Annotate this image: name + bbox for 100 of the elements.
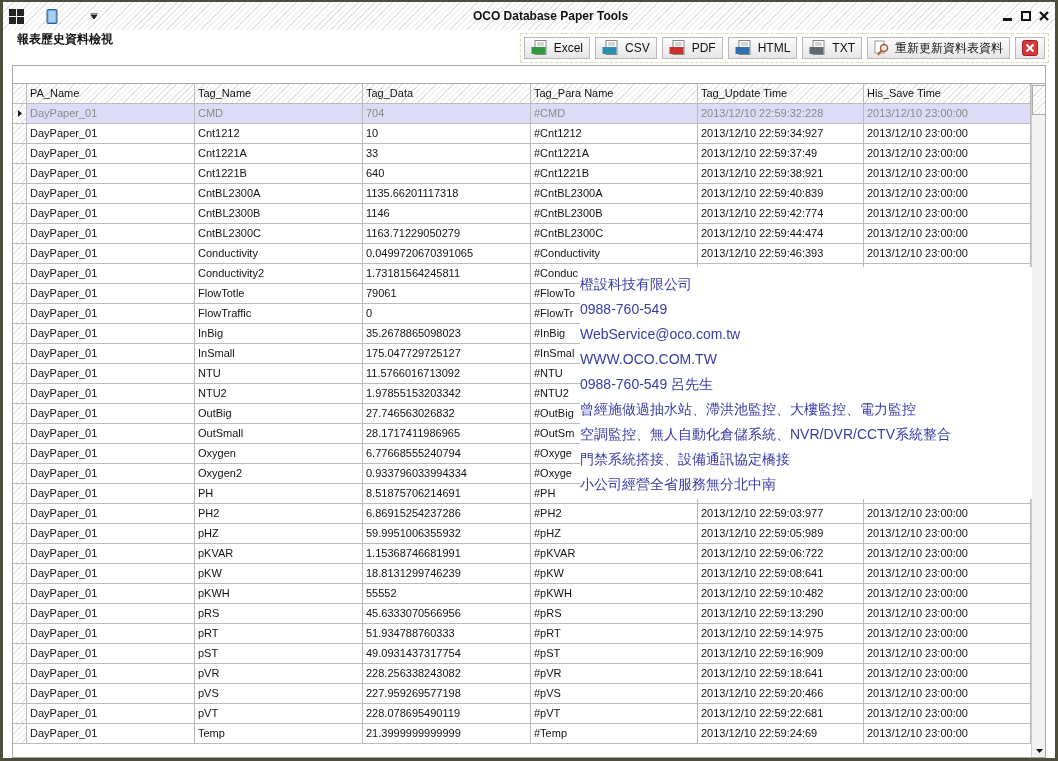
table-cell: DayPaper_01 — [27, 144, 195, 164]
table-cell: DayPaper_01 — [27, 384, 195, 404]
table-cell: 704 — [363, 104, 531, 124]
table-cell: DayPaper_01 — [27, 544, 195, 564]
table-cell: #CntBL2300B — [531, 204, 698, 224]
table-cell: 35.2678865098023 — [363, 324, 531, 344]
table-cell: pVT — [195, 704, 363, 724]
export-button[interactable]: TXT — [802, 37, 862, 59]
table-cell: #pRS — [531, 604, 698, 624]
scrollbar-thumb[interactable] — [1032, 85, 1045, 115]
table-cell: DayPaper_01 — [27, 464, 195, 484]
table-cell: #Cnt1221A — [531, 144, 698, 164]
table-cell: #pHZ — [531, 524, 698, 544]
table-cell: DayPaper_01 — [27, 184, 195, 204]
table-cell: DayPaper_01 — [27, 704, 195, 724]
table-cell: DayPaper_01 — [27, 224, 195, 244]
table-cell: FlowTraffic — [195, 304, 363, 324]
table-cell: #CntBL2300C — [531, 224, 698, 244]
table-cell: 6.86915254237286 — [363, 504, 531, 524]
table-cell: PH2 — [195, 504, 363, 524]
export-button[interactable]: Excel — [523, 37, 590, 59]
table-cell: pRS — [195, 604, 363, 624]
table-cell: #pKVAR — [531, 544, 698, 564]
table-cell: 2013/12/10 22:59:14:975 — [698, 624, 864, 644]
table-cell: FlowTotle — [195, 284, 363, 304]
close-button[interactable] — [1015, 37, 1045, 59]
table-cell: 2013/12/10 22:59:08:641 — [698, 564, 864, 584]
book-icon[interactable] — [46, 8, 58, 24]
export-button[interactable]: PDF — [661, 37, 723, 59]
table-cell: DayPaper_01 — [27, 724, 195, 744]
table-cell: Cnt1212 — [195, 124, 363, 144]
panel-title: 報表歷史資料檢視 — [17, 31, 113, 48]
table-cell: 2013/12/10 22:59:40:839 — [698, 184, 864, 204]
table-cell: pVS — [195, 684, 363, 704]
table-cell: pKW — [195, 564, 363, 584]
table-cell: #pVR — [531, 664, 698, 684]
table-cell: 2013/12/10 22:59:20:466 — [698, 684, 864, 704]
grid-icon[interactable] — [9, 8, 24, 24]
close-icon — [1022, 40, 1038, 56]
table-cell: #CMD — [531, 104, 698, 124]
table-cell: 1135.66201117318 — [363, 184, 531, 204]
table-cell: #pRT — [531, 624, 698, 644]
table-cell: 2013/12/10 22:59:34:927 — [698, 124, 864, 144]
file-export-icon — [601, 40, 620, 56]
table-cell: 228.256338243082 — [363, 664, 531, 684]
table-cell: 18.8131299746239 — [363, 564, 531, 584]
table-cell: 2013/12/10 22:59:03:977 — [698, 504, 864, 524]
refresh-button[interactable]: 重新更新資料表資料 — [867, 37, 1010, 59]
table-cell: Oxygen2 — [195, 464, 363, 484]
row-header[interactable] — [13, 104, 27, 124]
table-cell: 28.1717411986965 — [363, 424, 531, 444]
table-cell: 227.959269577198 — [363, 684, 531, 704]
table-cell: 1.97855153203342 — [363, 384, 531, 404]
table-cell: Cnt1221B — [195, 164, 363, 184]
table-cell: DayPaper_01 — [27, 644, 195, 664]
table-cell: Conductivity2 — [195, 264, 363, 284]
table-cell: 0.0499720670391065 — [363, 244, 531, 264]
table-cell: 2013/12/10 22:59:05:989 — [698, 524, 864, 544]
table-cell: Temp — [195, 724, 363, 744]
table-cell: 2013/12/10 22:59:44:474 — [698, 224, 864, 244]
table-cell: #pVT — [531, 704, 698, 724]
scroll-down-icon[interactable] — [1036, 749, 1043, 753]
magnifier-document-icon — [874, 40, 890, 56]
dropdown-arrow-icon[interactable] — [90, 13, 98, 19]
current-row-icon — [17, 110, 22, 117]
table-cell: 21.3999999999999 — [363, 724, 531, 744]
window-title: OCO Database Paper Tools — [471, 9, 630, 23]
table-cell: DayPaper_01 — [27, 124, 195, 144]
maximize-icon[interactable] — [1021, 11, 1031, 21]
table-cell: Conductivity — [195, 244, 363, 264]
table-cell: DayPaper_01 — [27, 104, 195, 124]
table-cell: 2013/12/10 22:59:37:49 — [698, 144, 864, 164]
table-cell: DayPaper_01 — [27, 304, 195, 324]
table-cell: 1146 — [363, 204, 531, 224]
table-cell: 2013/12/10 22:59:10:482 — [698, 584, 864, 604]
table-cell: 8.51875706214691 — [363, 484, 531, 504]
table-cell: DayPaper_01 — [27, 424, 195, 444]
table-cell: DayPaper_01 — [27, 604, 195, 624]
table-cell: #pKWH — [531, 584, 698, 604]
table-cell: #Cnt1221B — [531, 164, 698, 184]
table-cell: DayPaper_01 — [27, 524, 195, 544]
table-cell: DayPaper_01 — [27, 584, 195, 604]
table-cell: DayPaper_01 — [27, 164, 195, 184]
file-export-icon — [734, 40, 753, 56]
table-cell: 1163.71229050279 — [363, 224, 531, 244]
close-icon[interactable] — [1039, 11, 1049, 21]
table-cell: 59.9951006355932 — [363, 524, 531, 544]
export-button[interactable]: CSV — [594, 37, 657, 59]
table-cell: 79061 — [363, 284, 531, 304]
file-export-icon — [668, 40, 687, 56]
table-cell: 1.15368746681991 — [363, 544, 531, 564]
table-cell: CMD — [195, 104, 363, 124]
table-cell: 27.746563026832 — [363, 404, 531, 424]
table-cell: 2013/12/10 22:59:16:909 — [698, 644, 864, 664]
table-cell: DayPaper_01 — [27, 364, 195, 384]
table-cell: 2013/12/10 22:59:18:641 — [698, 664, 864, 684]
table-cell: #pST — [531, 644, 698, 664]
table-cell: 2013/12/10 22:59:32:228 — [698, 104, 864, 124]
export-button[interactable]: HTML — [727, 37, 798, 59]
table-cell: 175.047729725127 — [363, 344, 531, 364]
